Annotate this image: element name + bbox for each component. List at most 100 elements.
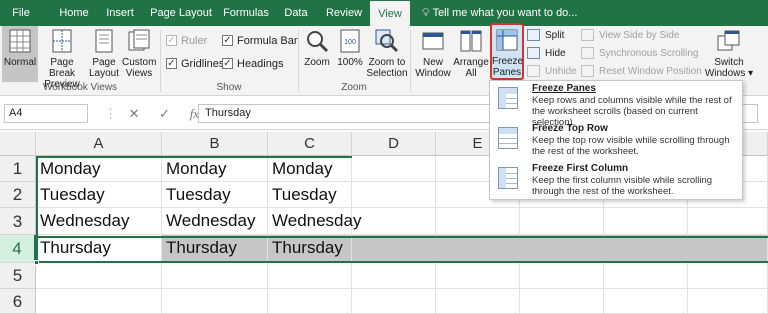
freeze-panes-title-text: Freeze Panes [532,83,596,94]
cell-empty[interactable] [352,156,436,182]
cancel-icon[interactable]: ✕ [129,106,140,121]
name-box[interactable]: A4 [4,104,88,123]
cell-empty[interactable] [688,208,768,235]
cell-empty[interactable] [36,263,162,289]
group-label-show: Show [216,82,242,93]
tab-page-layout[interactable]: Page Layout [146,0,216,26]
tab-review[interactable]: Review [320,0,368,26]
cell-empty[interactable] [352,289,436,314]
more-options-icon: ⋮ [104,106,117,121]
custom-views-label-2: Views [125,68,153,79]
tab-insert[interactable]: Insert [98,0,142,26]
cell-b4[interactable]: Thursday [162,235,268,263]
custom-views-button[interactable]: Custom Views [122,26,156,82]
freeze-first-column-desc: Keep the first column visible while scro… [532,175,713,197]
zoom-to-selection-button[interactable]: Zoom to Selection [366,26,408,82]
row-header[interactable]: 5 [0,263,36,289]
column-header[interactable]: D [352,132,436,156]
new-window-button[interactable]: New Window [413,26,453,82]
cell-empty[interactable] [688,263,768,289]
group-separator [410,30,411,92]
cell-empty[interactable] [352,263,436,289]
cell-a1[interactable]: Monday [36,156,162,182]
menu-item-freeze-panes[interactable]: Freeze Panes Keep rows and columns visib… [490,81,742,128]
arrange-all-label-1: Arrange [453,57,489,68]
group-label-zoom: Zoom [341,82,367,93]
cell-empty[interactable] [604,208,688,235]
cell-a4[interactable]: Thursday [36,235,162,263]
menu-item-freeze-top-row[interactable]: Freeze Top Row Keep the top row visible … [490,121,742,161]
cell-empty[interactable] [604,289,688,314]
magnifier-icon [307,31,329,53]
cell-empty[interactable] [436,208,520,235]
menu-item-freeze-first-column[interactable]: Freeze First Column Keep the first colum… [490,161,742,201]
cell-empty[interactable] [268,289,352,314]
zoom-100-button[interactable]: 100 100% [336,26,364,82]
tab-view[interactable]: View [370,0,410,26]
cell-empty[interactable] [520,208,604,235]
column-header[interactable]: B [162,132,268,156]
cell-c2[interactable]: Tuesday [268,182,352,208]
switch-windows-button[interactable]: Switch Windows ▾ [704,26,754,82]
split-icon [527,29,540,41]
hide-icon [527,47,540,59]
row-header[interactable]: 2 [0,182,36,208]
cell-empty[interactable] [688,289,768,314]
column-header[interactable]: C [268,132,352,156]
checkmark-icon: ✓ [222,58,233,69]
tab-file[interactable]: File [0,0,42,26]
cell-c4[interactable]: Thursday [268,235,352,263]
row-header[interactable]: 3 [0,208,36,235]
cell-a3[interactable]: Wednesday [36,208,162,235]
cell-c1[interactable]: Monday [268,156,352,182]
normal-view-button[interactable]: Normal [2,26,38,82]
freeze-top-row-title: Freeze Top Row [532,123,608,134]
switch-windows-label-1: Switch [714,57,744,68]
cell-c3[interactable]: Wednesday [268,208,361,235]
cell-b2[interactable]: Tuesday [162,182,268,208]
arrange-all-button[interactable]: Arrange All [453,26,489,82]
cell-empty[interactable] [436,289,520,314]
cell-empty[interactable] [36,289,162,314]
select-all-corner[interactable] [0,132,36,156]
reset-position-label: Reset Window Position [599,66,702,77]
cell-b3[interactable]: Wednesday [162,208,268,235]
split-label: Split [545,30,565,41]
tab-home[interactable]: Home [52,0,96,26]
freeze-first-column-title: Freeze First Column [532,163,629,174]
selected-row-rest[interactable] [352,235,768,263]
fill-handle[interactable] [34,260,39,265]
gridlines-label: Gridlines [181,58,225,70]
cell-empty[interactable] [268,263,352,289]
cell-empty[interactable] [352,182,436,208]
freeze-panes-title: Freeze Panes [532,83,596,94]
enter-icon[interactable]: ✓ [159,106,170,121]
cell-empty[interactable] [162,289,268,314]
page-break-preview-button[interactable]: Page Break Preview [38,26,86,90]
freeze-panes-label-1: Freeze [492,56,524,67]
cell-empty[interactable] [604,263,688,289]
cell-b1[interactable]: Monday [162,156,268,182]
svg-text:100: 100 [344,39,356,46]
page-break-icon [52,29,72,53]
page-break-label-1: Page Break [48,57,76,79]
tab-formulas[interactable]: Formulas [218,0,274,26]
row-header[interactable]: 1 [0,156,36,182]
column-header[interactable]: A [36,132,162,156]
cell-empty[interactable] [162,263,268,289]
freeze-top-row-desc: Keep the top row visible while scrolling… [532,135,730,157]
page-layout-view-button[interactable]: Page Layout [88,26,120,82]
zoom-button[interactable]: Zoom [300,26,334,82]
row-header-selected[interactable]: 4 [0,235,36,263]
cell-empty[interactable] [520,263,604,289]
cell-empty[interactable] [352,208,436,235]
freeze-panes-button[interactable]: FreezePanes ▾ [490,23,524,89]
new-window-icon [422,32,444,50]
row-header[interactable]: 6 [0,289,36,314]
tab-data[interactable]: Data [276,0,316,26]
cell-empty[interactable] [436,263,520,289]
checkmark-icon: ✓ [166,35,177,46]
cell-a2[interactable]: Tuesday [36,182,162,208]
new-window-label-1: New [422,57,443,68]
cell-empty[interactable] [520,289,604,314]
